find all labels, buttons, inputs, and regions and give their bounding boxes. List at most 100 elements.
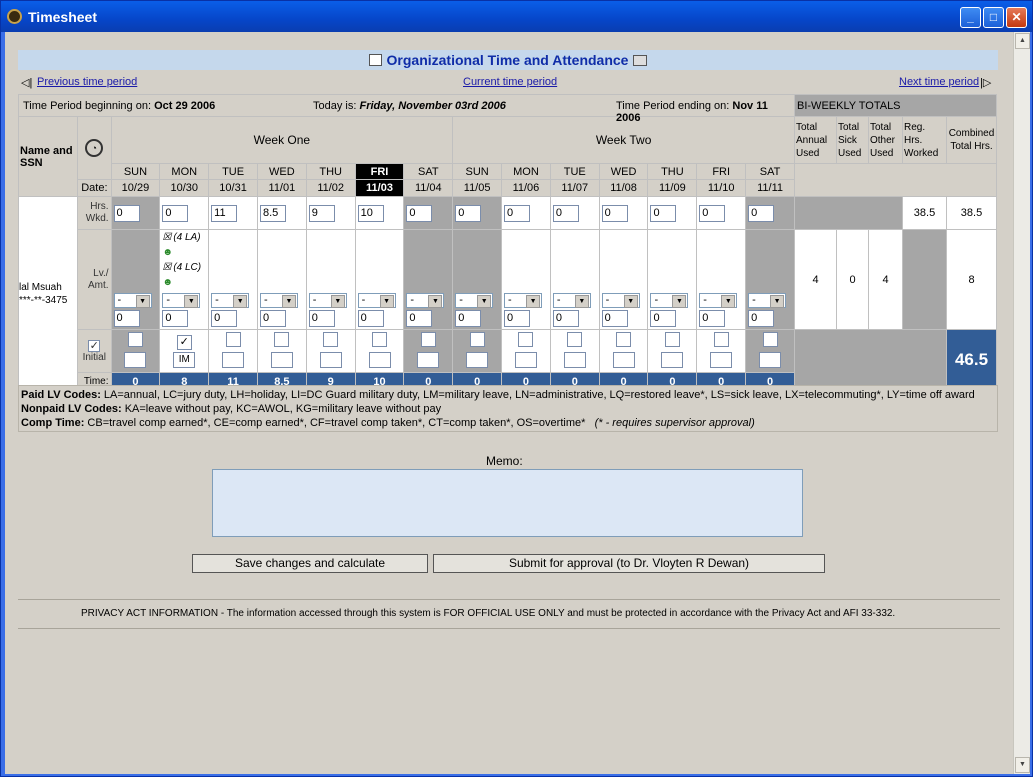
leave-amount-input[interactable]: 0 xyxy=(699,310,726,327)
hours-input[interactable]: 0 xyxy=(504,204,531,222)
client-area: ▲ ▼ Organizational Time and Attendance ◁… xyxy=(5,32,1030,774)
scroll-down-icon[interactable]: ▼ xyxy=(1015,757,1030,773)
hours-input[interactable]: 0 xyxy=(455,204,482,222)
title-bar[interactable]: Timesheet _ □ ✕ xyxy=(1,1,1032,32)
initial-input[interactable] xyxy=(563,351,586,368)
leave-amount-input[interactable]: 0 xyxy=(162,310,189,327)
approve-checkbox[interactable]: ✓ xyxy=(176,334,192,350)
leave-type-select[interactable]: - xyxy=(748,293,787,308)
leave-type-select[interactable]: - xyxy=(455,293,494,308)
delete-code-icon[interactable]: ☒ xyxy=(162,232,171,243)
scroll-up-icon[interactable]: ▲ xyxy=(1015,33,1030,49)
memo-label: Memo: xyxy=(486,454,523,468)
leave-amount-input[interactable]: 0 xyxy=(601,310,628,327)
leave-type-select[interactable]: - xyxy=(601,293,640,308)
hours-input[interactable]: 10 xyxy=(357,204,384,222)
leave-type-select[interactable]: - xyxy=(259,293,298,308)
hours-input[interactable]: 0 xyxy=(162,204,189,222)
hours-input[interactable]: 0 xyxy=(406,204,433,222)
initial-input[interactable] xyxy=(417,351,440,368)
initial-input[interactable] xyxy=(270,351,293,368)
leave-type-select[interactable]: - xyxy=(357,293,396,308)
calendar-icon[interactable] xyxy=(368,54,382,66)
leave-amount-input[interactable]: 0 xyxy=(455,310,482,327)
initial-input[interactable] xyxy=(661,351,684,368)
initial-cell-7 xyxy=(452,329,503,373)
maximize-icon[interactable]: □ xyxy=(983,7,1004,28)
memo-textarea[interactable] xyxy=(212,469,803,537)
initial-input[interactable] xyxy=(514,351,537,368)
hours-input[interactable]: 0 xyxy=(113,204,140,222)
approve-checkbox[interactable] xyxy=(274,331,290,347)
leave-amount-input[interactable]: 0 xyxy=(552,310,579,327)
leave-type-select[interactable]: - xyxy=(552,293,591,308)
hours-input[interactable]: 11 xyxy=(211,204,238,222)
approve-checkbox[interactable] xyxy=(127,331,143,347)
hours-input[interactable]: 0 xyxy=(601,204,628,222)
initial-input[interactable] xyxy=(466,351,489,368)
leave-amount-input[interactable]: 0 xyxy=(357,310,384,327)
initial-input[interactable] xyxy=(124,351,147,368)
initial-input[interactable] xyxy=(759,351,782,368)
approve-checkbox[interactable] xyxy=(225,331,241,347)
leave-amount-input[interactable]: 0 xyxy=(113,310,140,327)
printer-icon[interactable] xyxy=(633,55,648,66)
approver-icon[interactable]: ☻ xyxy=(162,277,173,288)
approve-checkbox[interactable] xyxy=(616,331,632,347)
initial-input[interactable] xyxy=(368,351,391,368)
hours-input[interactable]: 9 xyxy=(308,204,335,222)
leave-amount-input[interactable]: 0 xyxy=(211,310,238,327)
leave-amount-input[interactable]: 0 xyxy=(308,310,335,327)
leave-type-select[interactable]: - xyxy=(406,293,445,308)
approve-checkbox[interactable] xyxy=(420,331,436,347)
leave-type-select[interactable]: - xyxy=(211,293,250,308)
initial-input[interactable] xyxy=(319,351,342,368)
approver-icon[interactable]: ☻ xyxy=(162,247,173,258)
leave-amount-input[interactable]: 0 xyxy=(406,310,433,327)
next-arrow-icon[interactable]: |▷ xyxy=(980,76,991,89)
check-all-checkbox[interactable]: ✓ xyxy=(88,339,101,352)
next-period-link[interactable]: Next time period xyxy=(899,76,979,88)
vertical-scrollbar[interactable]: ▲ ▼ xyxy=(1013,32,1030,774)
leave-amount-input[interactable]: 0 xyxy=(504,310,531,327)
close-icon[interactable]: ✕ xyxy=(1006,7,1027,28)
date-header-5: 11/03 xyxy=(354,179,405,197)
leave-type-select[interactable]: - xyxy=(162,293,201,308)
approve-checkbox[interactable] xyxy=(469,331,485,347)
approve-checkbox[interactable] xyxy=(567,331,583,347)
save-calculate-button[interactable]: Save changes and calculate xyxy=(192,554,428,573)
delete-code-icon[interactable]: ☒ xyxy=(162,262,171,273)
initial-input[interactable]: IM xyxy=(173,351,196,368)
leave-type-select[interactable]: - xyxy=(504,293,543,308)
hours-input[interactable]: 0 xyxy=(650,204,677,222)
leave-amount-input[interactable]: 0 xyxy=(650,310,677,327)
approve-checkbox[interactable] xyxy=(713,331,729,347)
leave-type-select[interactable]: - xyxy=(308,293,347,308)
submit-approval-button[interactable]: Submit for approval (to Dr. Vloyten R De… xyxy=(433,554,825,573)
approve-checkbox[interactable] xyxy=(323,331,339,347)
leave-type-select[interactable]: - xyxy=(699,293,738,308)
hours-input[interactable]: 0 xyxy=(552,204,579,222)
hours-input[interactable]: 8.5 xyxy=(259,204,286,222)
initial-input[interactable] xyxy=(612,351,635,368)
hours-input[interactable]: 0 xyxy=(699,204,726,222)
hours-input[interactable]: 0 xyxy=(748,204,775,222)
initial-input[interactable] xyxy=(222,351,245,368)
leave-amount-input[interactable]: 0 xyxy=(748,310,775,327)
leave-type-select[interactable]: - xyxy=(650,293,689,308)
sick-total: 0 xyxy=(836,229,869,330)
lv-amt-label: Lv./ Amt. xyxy=(76,229,112,330)
initial-input[interactable] xyxy=(710,351,733,368)
minimize-icon[interactable]: _ xyxy=(960,7,981,28)
previous-period-link[interactable]: Previous time period xyxy=(37,76,137,88)
hrs-cell-7: 0 xyxy=(452,196,503,230)
approve-checkbox[interactable] xyxy=(518,331,534,347)
approve-checkbox[interactable] xyxy=(372,331,387,347)
leave-amount-input[interactable]: 0 xyxy=(259,310,286,327)
approve-checkbox[interactable] xyxy=(762,331,778,347)
leave-type-select[interactable]: - xyxy=(113,293,152,308)
approve-checkbox[interactable] xyxy=(664,331,680,347)
leave-code-entry: ☒ (4 LC) ☻ xyxy=(162,260,208,290)
current-period-link[interactable]: Current time period xyxy=(463,76,557,88)
prev-arrow-icon[interactable]: ◁| xyxy=(21,76,32,89)
